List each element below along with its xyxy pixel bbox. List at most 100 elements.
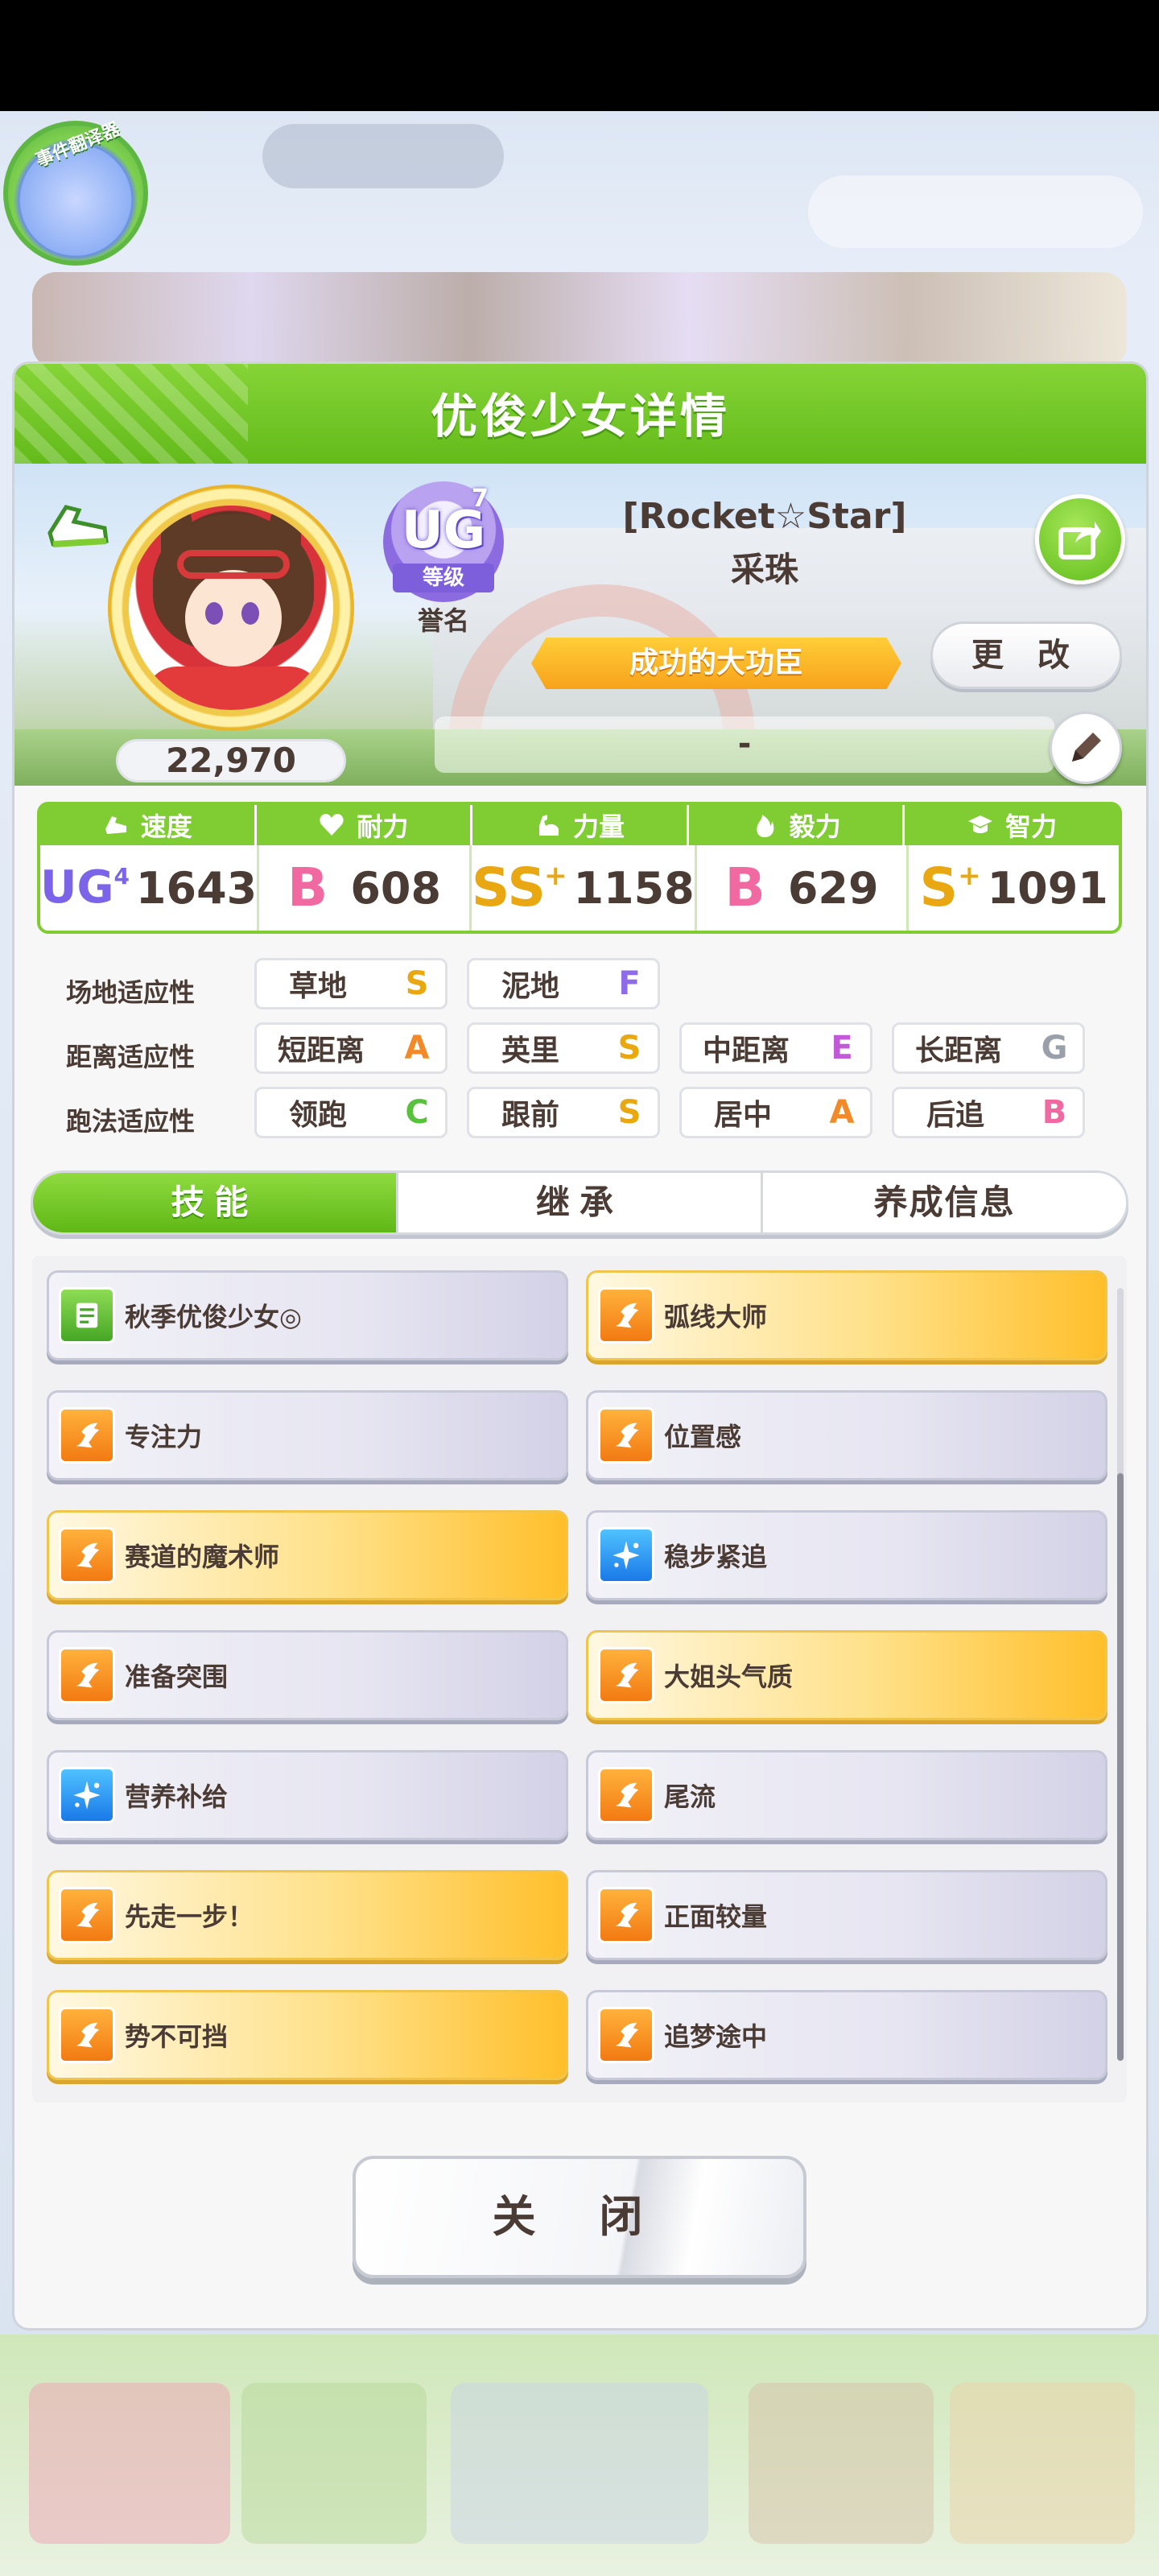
- aptitude-dirt: 泥地 F: [467, 958, 660, 1009]
- skill-orange-icon: [598, 1887, 654, 1943]
- change-button[interactable]: 更 改: [930, 621, 1122, 689]
- blurred-search-bar: [262, 124, 504, 188]
- skill-name: 专注力: [125, 1422, 203, 1452]
- aptitude-grade: B: [1041, 1094, 1067, 1131]
- tab-inheritance[interactable]: 继承: [398, 1173, 764, 1232]
- aptitude-grade: S: [405, 965, 429, 1002]
- stat-header-wisdom: 智力: [905, 805, 1119, 845]
- aptitude-grade: C: [405, 1094, 429, 1131]
- blurred-nav-item: [29, 2383, 230, 2544]
- tab-training-info[interactable]: 养成信息: [763, 1173, 1126, 1232]
- aptitude-late: 居中 A: [679, 1087, 872, 1138]
- skill-card[interactable]: 秋季优俊少女◎: [47, 1270, 568, 1360]
- character-name: 采珠: [730, 550, 798, 589]
- aptitude-long: 长距离 G: [892, 1022, 1085, 1074]
- stat-grade-sub: +: [543, 860, 567, 892]
- skill-card[interactable]: 先走一步！: [47, 1870, 568, 1960]
- rank-label: 誉名: [417, 605, 469, 636]
- skill-blue-icon: [59, 1767, 115, 1823]
- skill-card[interactable]: 势不可挡: [47, 1990, 568, 2080]
- skill-card[interactable]: 稳步紧追: [586, 1510, 1107, 1600]
- blurred-nav-item: [950, 2383, 1135, 2544]
- skill-name: 追梦途中: [664, 2021, 768, 2052]
- stat-grade: UG: [40, 861, 114, 914]
- skill-name: 先走一步！: [125, 1901, 254, 1932]
- skill-card[interactable]: 正面较量: [586, 1870, 1107, 1960]
- aptitude-name: 中距离: [703, 1034, 790, 1067]
- aptitude-grade: E: [831, 1030, 853, 1067]
- skill-name: 赛道的魔术师: [125, 1542, 280, 1572]
- stat-grade-sub: 4: [113, 862, 130, 890]
- skill-orange-icon: [59, 2007, 115, 2063]
- aptitude-name: 后追: [926, 1099, 985, 1132]
- shoe-icon: [105, 816, 126, 834]
- muscle-icon: [538, 815, 559, 836]
- aptitude-short: 短距离 A: [254, 1022, 448, 1074]
- skill-orange-icon: [598, 1647, 654, 1703]
- aptitude-grade: S: [617, 1094, 641, 1131]
- close-button[interactable]: 关 闭: [353, 2156, 806, 2278]
- stat-grade: B: [724, 857, 765, 919]
- skill-card[interactable]: 营养补给: [47, 1750, 568, 1840]
- pencil-icon: [1072, 733, 1101, 762]
- blurred-button: [808, 175, 1143, 248]
- stat-value: 1091: [987, 862, 1108, 914]
- skill-card[interactable]: 弧线大师: [586, 1270, 1107, 1360]
- blurred-nav-item: [749, 2383, 934, 2544]
- skill-blue-icon: [598, 1527, 654, 1583]
- shoe-icon[interactable]: [42, 493, 114, 557]
- event-translator-badge[interactable]: 事件翻译器: [3, 119, 148, 266]
- aptitude-mile: 英里 S: [467, 1022, 660, 1074]
- skill-name: 位置感: [664, 1422, 742, 1452]
- skill-name: 营养补给: [125, 1781, 229, 1812]
- skill-card[interactable]: 赛道的魔术师: [47, 1510, 568, 1600]
- skill-orange-icon: [598, 1767, 654, 1823]
- aptitude-front: 领跑 C: [254, 1087, 448, 1138]
- stat-header-speed: 速度: [40, 805, 257, 845]
- skill-name: 准备突围: [125, 1662, 229, 1692]
- aptitude-name: 英里: [501, 1034, 560, 1067]
- heart-icon: [320, 814, 344, 836]
- stat-grade: SS: [471, 857, 546, 919]
- scrollbar-thumb[interactable]: [1117, 1473, 1124, 2061]
- character-portrait[interactable]: [129, 506, 333, 710]
- skill-card[interactable]: 准备突围: [47, 1630, 568, 1720]
- aptitude-grade: A: [404, 1030, 430, 1067]
- aptitude-name: 长距离: [915, 1034, 1003, 1067]
- skill-name: 秋季优俊少女◎: [125, 1302, 302, 1332]
- rank-level: 7: [472, 485, 489, 513]
- stat-header-stamina: 耐力: [257, 805, 473, 845]
- aptitude-name: 领跑: [289, 1099, 348, 1132]
- skill-orange-icon: [59, 1407, 115, 1463]
- stat-header-power: 力量: [472, 805, 689, 845]
- stat-speed: UG 4 1643: [40, 845, 260, 931]
- stat-grade: B: [287, 857, 328, 919]
- skill-card[interactable]: 专注力: [47, 1390, 568, 1480]
- aptitude-name: 草地: [289, 970, 348, 1003]
- skill-card[interactable]: 位置感: [586, 1390, 1107, 1480]
- skill-card[interactable]: 追梦途中: [586, 1990, 1107, 2080]
- style-aptitude-label: 跑法适应性: [66, 1106, 196, 1137]
- aptitude-turf: 草地 S: [254, 958, 448, 1009]
- status-bar: [0, 0, 1159, 111]
- skill-name: 大姐头气质: [664, 1662, 794, 1692]
- track-aptitude-label: 场地适应性: [66, 977, 196, 1008]
- tab-skills[interactable]: 技能: [33, 1173, 398, 1232]
- stat-value: 608: [350, 862, 442, 914]
- aptitude-grade: F: [618, 965, 641, 1002]
- distance-aptitude-label: 距离适应性: [66, 1042, 196, 1072]
- stat-label: 力量: [572, 811, 625, 842]
- skill-card[interactable]: 尾流: [586, 1750, 1107, 1840]
- skill-orange-icon: [59, 1527, 115, 1583]
- dialog-title: 优俊少女详情: [430, 389, 730, 444]
- skill-name: 尾流: [664, 1781, 716, 1812]
- skill-orange-icon: [598, 2007, 654, 2063]
- skill-name: 势不可挡: [125, 2021, 229, 2052]
- fans-count: 22,970: [116, 739, 346, 782]
- skill-orange-icon: [59, 1647, 115, 1703]
- skill-orange-icon: [598, 1287, 654, 1344]
- skill-card[interactable]: 大姐头气质: [586, 1630, 1107, 1720]
- skill-green-icon: [59, 1287, 115, 1344]
- stats-header: 速度 耐力 力量 毅力 智力: [40, 805, 1119, 845]
- skill-orange-icon: [598, 1407, 654, 1463]
